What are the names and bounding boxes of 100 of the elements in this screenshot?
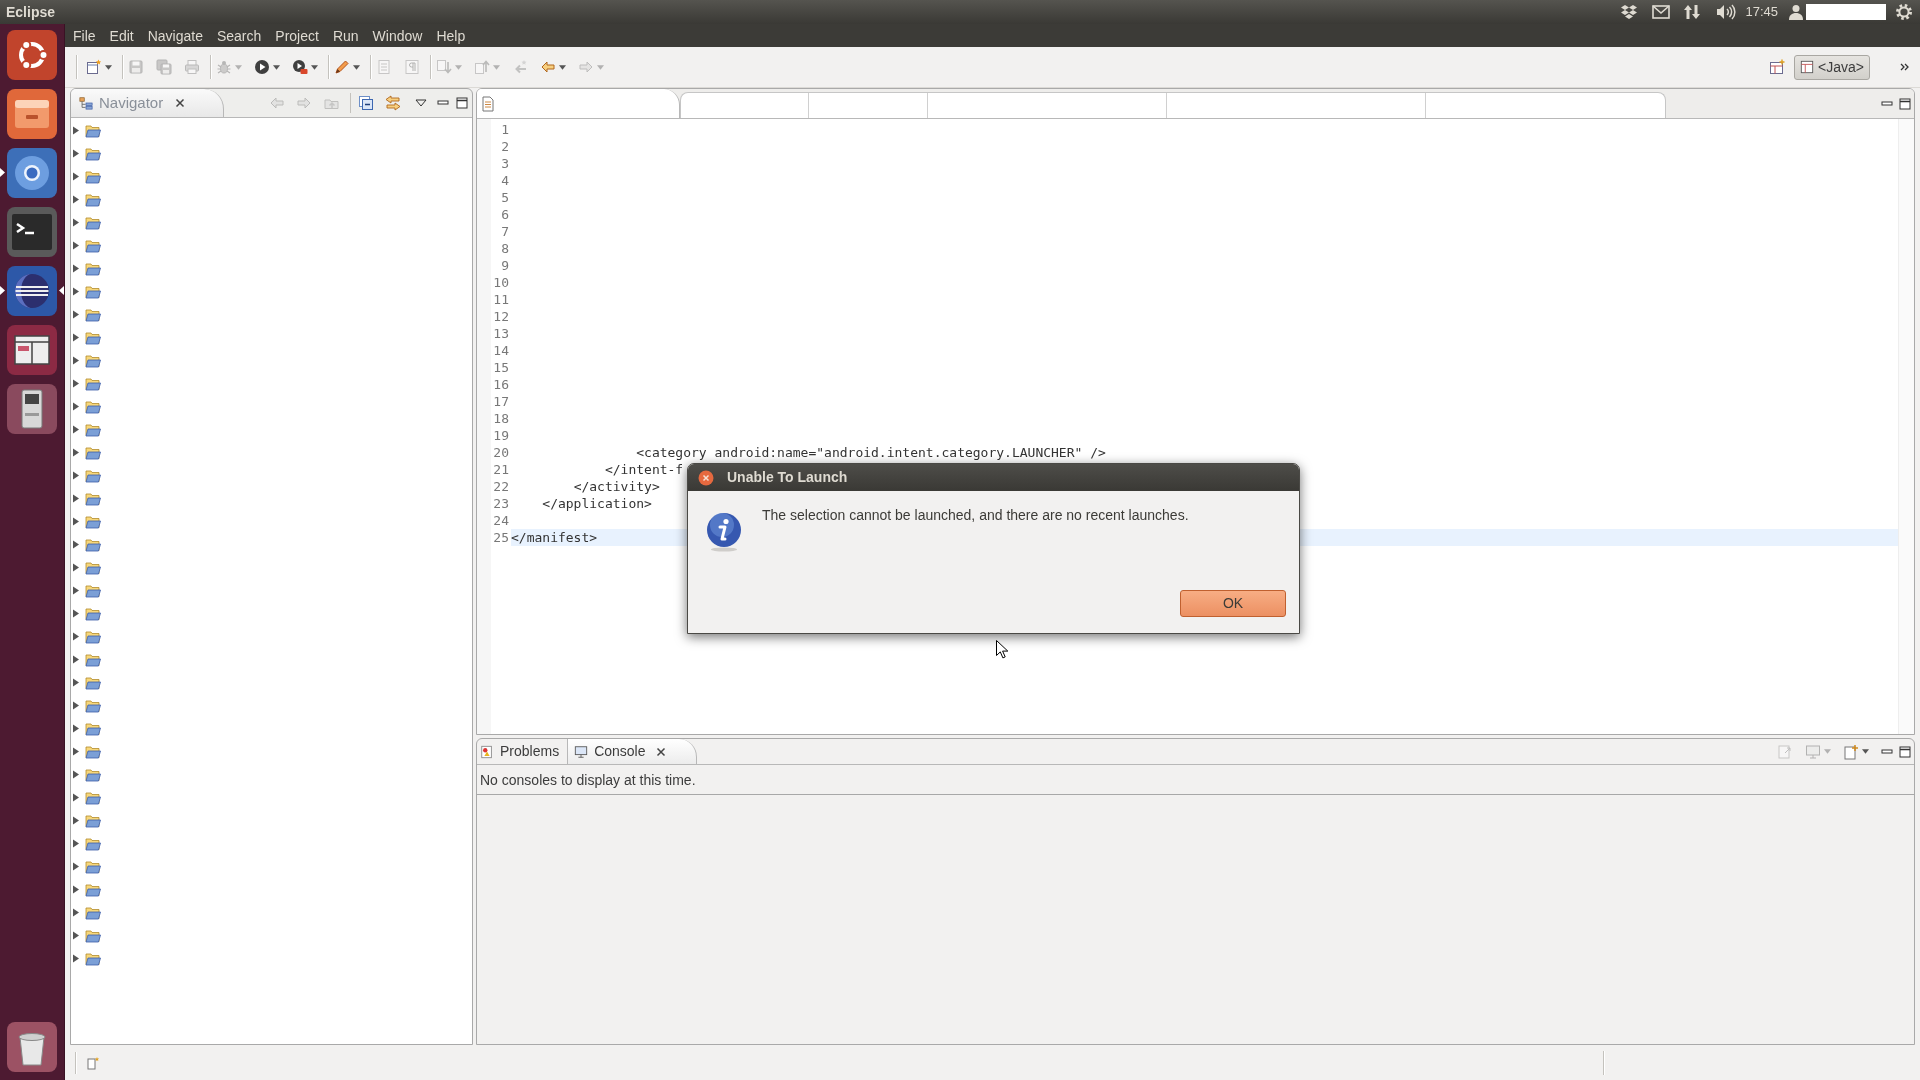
expand-arrow-icon[interactable] — [72, 540, 80, 549]
folder-icon[interactable] — [85, 490, 101, 507]
expand-arrow-icon[interactable] — [72, 264, 80, 273]
folder-icon[interactable] — [85, 674, 101, 691]
two-way-arrows-icon[interactable] — [385, 95, 401, 111]
folder-icon[interactable] — [85, 306, 101, 323]
perspective-button[interactable]: <Java> — [1794, 54, 1870, 80]
expand-arrow-icon[interactable] — [72, 494, 80, 503]
folder-icon[interactable] — [85, 697, 101, 714]
folder-icon[interactable] — [85, 720, 101, 737]
menu-item[interactable]: File — [66, 26, 103, 45]
ring-dots-icon[interactable] — [6, 29, 58, 81]
folder-icon[interactable] — [85, 214, 101, 231]
expand-arrow-icon[interactable] — [72, 701, 80, 710]
expand-arrow-icon[interactable] — [72, 885, 80, 894]
close-icon[interactable] — [698, 469, 714, 486]
trash-icon[interactable] — [6, 1021, 58, 1073]
menu-item[interactable]: Search — [209, 26, 269, 45]
folder-icon[interactable] — [85, 168, 101, 185]
page-star-icon[interactable] — [87, 1055, 100, 1070]
folder-icon[interactable] — [85, 421, 101, 438]
expand-arrow-icon[interactable] — [72, 356, 80, 365]
caret-icon[interactable] — [353, 64, 360, 70]
caret-icon[interactable] — [559, 64, 566, 70]
folder-icon[interactable] — [85, 260, 101, 277]
folder-icon[interactable] — [85, 352, 101, 369]
folder-icon[interactable] — [85, 582, 101, 599]
volume-icon[interactable] — [1716, 4, 1737, 20]
expand-arrow-icon[interactable] — [72, 448, 80, 457]
dialog-button[interactable]: OK — [1180, 590, 1286, 617]
maximize-icon[interactable] — [1899, 745, 1911, 758]
folder-icon[interactable] — [85, 191, 101, 208]
expand-arrow-icon[interactable] — [72, 149, 80, 158]
folder-icon[interactable] — [85, 628, 101, 645]
folder-icon[interactable] — [85, 237, 101, 254]
expand-arrow-icon[interactable] — [72, 655, 80, 664]
expand-arrow-icon[interactable] — [72, 402, 80, 411]
expand-arrow-icon[interactable] — [72, 563, 80, 572]
expand-arrow-icon[interactable] — [72, 379, 80, 388]
expand-arrow-icon[interactable] — [72, 517, 80, 526]
folder-icon[interactable] — [85, 283, 101, 300]
expand-arrow-icon[interactable] — [72, 862, 80, 871]
menu-item[interactable]: Navigate — [140, 26, 210, 45]
view-tab[interactable]: Console — [567, 739, 697, 764]
folder-icon[interactable] — [85, 329, 101, 346]
caret-icon[interactable] — [311, 64, 318, 70]
pencil-icon[interactable] — [334, 59, 350, 75]
arrows-up-down-icon[interactable] — [1684, 4, 1701, 20]
close-icon[interactable] — [655, 746, 666, 757]
folder-icon[interactable] — [85, 904, 101, 921]
folder-icon[interactable] — [85, 467, 101, 484]
expand-arrow-icon[interactable] — [72, 586, 80, 595]
folder-icon[interactable] — [85, 651, 101, 668]
play-toolbox-icon[interactable] — [292, 59, 308, 75]
expand-arrow-icon[interactable] — [72, 195, 80, 204]
expand-arrow-icon[interactable] — [72, 126, 80, 135]
expand-arrow-icon[interactable] — [72, 425, 80, 434]
folder-icon[interactable] — [85, 881, 101, 898]
window-icon[interactable] — [6, 324, 58, 376]
folder-icon[interactable] — [85, 559, 101, 576]
folder-icon[interactable] — [85, 835, 101, 852]
folder-icon[interactable] — [85, 536, 101, 553]
caret-icon[interactable] — [1862, 749, 1869, 754]
folder-icon[interactable] — [85, 950, 101, 967]
table-plus-icon[interactable] — [1769, 59, 1786, 75]
expand-arrow-icon[interactable] — [72, 724, 80, 733]
expand-arrow-icon[interactable] — [72, 816, 80, 825]
page-plus-icon[interactable] — [1843, 743, 1859, 760]
maximize-icon[interactable] — [456, 97, 468, 109]
double-chevron-icon[interactable] — [1900, 63, 1909, 71]
caret-icon[interactable] — [105, 64, 112, 70]
caret-icon[interactable] — [273, 64, 280, 70]
expand-arrow-icon[interactable] — [72, 609, 80, 618]
folder-icon[interactable] — [85, 743, 101, 760]
terminal-icon[interactable] — [6, 206, 58, 258]
clock[interactable]: 17:45 — [1745, 4, 1778, 20]
folder-icon[interactable] — [85, 444, 101, 461]
expand-arrow-icon[interactable] — [72, 678, 80, 687]
play-icon[interactable] — [254, 59, 270, 75]
user-icon[interactable] — [1789, 4, 1803, 20]
expand-arrow-icon[interactable] — [72, 333, 80, 342]
close-icon[interactable] — [175, 98, 186, 108]
maximize-icon[interactable] — [1899, 97, 1911, 110]
menu-item[interactable]: Edit — [102, 26, 141, 45]
device-icon[interactable] — [6, 383, 58, 435]
menu-item[interactable]: Project — [268, 26, 326, 45]
expand-arrow-icon[interactable] — [72, 632, 80, 641]
folder-icon[interactable] — [85, 513, 101, 530]
new-page-icon[interactable] — [86, 59, 102, 75]
folder-icon[interactable] — [85, 766, 101, 783]
expand-arrow-icon[interactable] — [72, 793, 80, 802]
expand-arrow-icon[interactable] — [72, 931, 80, 940]
expand-arrow-icon[interactable] — [72, 908, 80, 917]
expand-arrow-icon[interactable] — [72, 747, 80, 756]
expand-arrow-icon[interactable] — [72, 839, 80, 848]
expand-arrow-icon[interactable] — [72, 954, 80, 963]
view-tab[interactable]: Problems — [477, 739, 568, 764]
minus-squares-icon[interactable] — [358, 95, 374, 111]
expand-arrow-icon[interactable] — [72, 218, 80, 227]
expand-arrow-icon[interactable] — [72, 287, 80, 296]
